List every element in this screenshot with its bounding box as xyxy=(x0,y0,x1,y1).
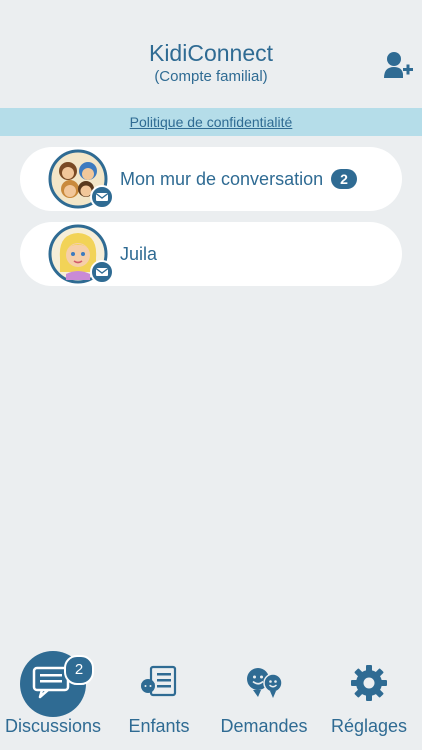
smiley-pair-icon xyxy=(247,668,283,698)
tab-label: Discussions xyxy=(4,716,102,736)
privacy-policy-bar: Politique de confidentialité xyxy=(0,108,422,136)
add-user-icon[interactable] xyxy=(382,50,414,80)
tab-reglages[interactable]: Réglages xyxy=(316,640,422,750)
tab-discussions[interactable]: 2 Discussions xyxy=(0,640,106,750)
app-header: KidiConnect (Compte familial) xyxy=(0,0,422,108)
unread-count-badge: 2 xyxy=(331,169,357,189)
bottom-tab-bar: 2 Discussions Enfants Demandes Réglages xyxy=(0,640,422,750)
conversation-item-juila[interactable]: Juila xyxy=(20,222,402,286)
tab-enfants[interactable]: Enfants xyxy=(106,640,212,750)
tab-label: Enfants xyxy=(128,716,190,736)
tab-label: Réglages xyxy=(330,716,408,736)
tab-unread-badge: 2 xyxy=(64,655,94,685)
child-list-icon xyxy=(141,665,177,697)
account-subtitle: (Compte familial) xyxy=(154,68,268,85)
tab-label: Demandes xyxy=(220,716,308,736)
conversation-label: Mon mur de conversation xyxy=(120,169,324,189)
app-title: KidiConnect xyxy=(148,40,274,66)
envelope-icon xyxy=(90,260,114,284)
conversation-item-wall[interactable]: Mon mur de conversation 2 xyxy=(20,147,402,211)
tab-demandes[interactable]: Demandes xyxy=(212,640,316,750)
conversation-label: Juila xyxy=(120,244,158,264)
gear-icon xyxy=(351,665,387,701)
envelope-icon xyxy=(90,185,114,209)
privacy-policy-link[interactable]: Politique de confidentialité xyxy=(130,114,293,130)
